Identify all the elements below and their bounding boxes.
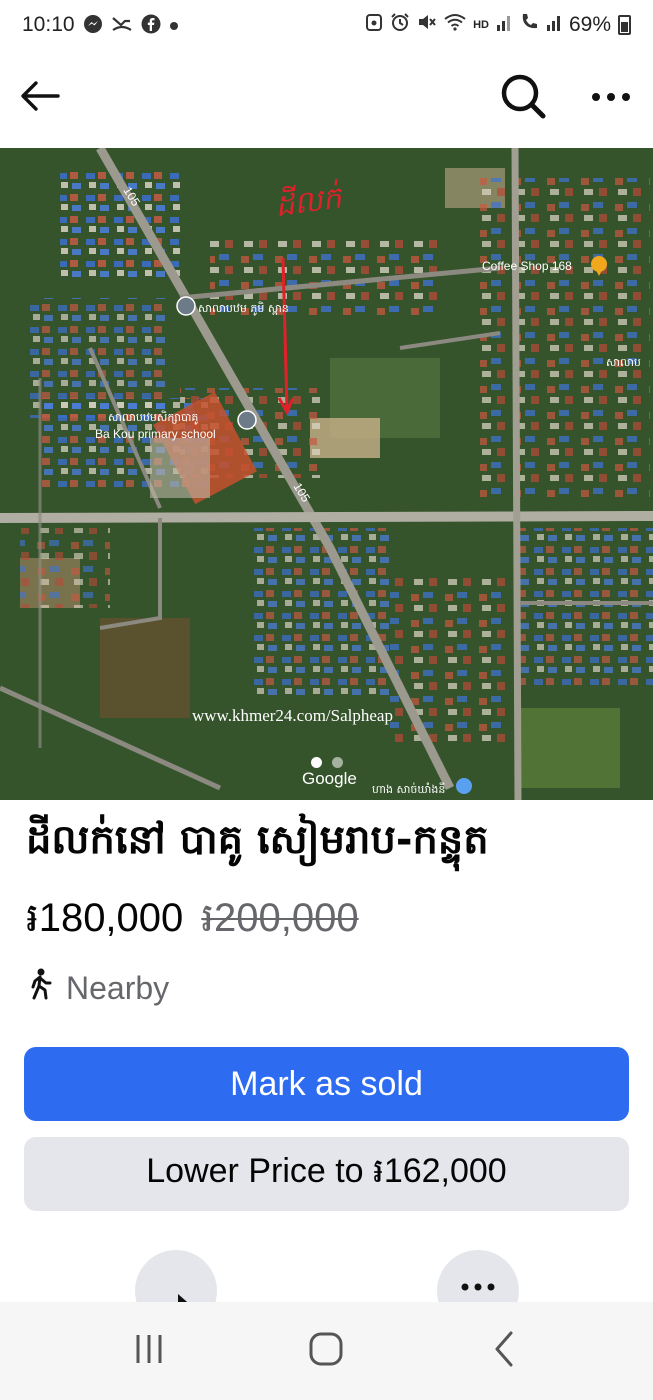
more-horizontal-icon	[461, 1278, 495, 1296]
battery-label: 69%	[568, 13, 611, 36]
satellite-map: ដីលក់ 105 105 Coffee Shop 168 សាលាបឋម ភូ…	[0, 148, 653, 800]
home-button[interactable]	[286, 1321, 366, 1381]
place-label-coffee-shop: Coffee Shop 168	[482, 259, 572, 273]
system-back-button[interactable]	[464, 1321, 544, 1381]
original-price: ៛200,000	[201, 896, 359, 940]
mute-icon	[417, 12, 437, 38]
listing-title: ដីលក់នៅ បាគូ សៀមរាប-កន្ទុត	[26, 817, 489, 863]
place-label-school-en: Ba Kou primary school	[95, 427, 216, 441]
walking-person-icon	[26, 968, 54, 1008]
dot-icon	[169, 16, 179, 34]
current-price: ៛180,000	[26, 896, 184, 940]
app-bar	[0, 50, 653, 146]
wifi-icon	[444, 13, 466, 37]
search-button[interactable]	[495, 70, 551, 126]
more-horizontal-icon	[591, 89, 631, 107]
place-label-shop: ហាង សាច់ឃាំងនី	[372, 782, 445, 796]
signal-2-icon	[546, 13, 562, 37]
messenger-icon	[83, 14, 103, 37]
place-label-edge: សាលាប	[606, 356, 641, 369]
place-label-school-1: សាលាបឋម ភូមិ ស្ពាន	[198, 301, 289, 316]
lower-price-button[interactable]: Lower Price to ៛162,000	[24, 1137, 629, 1211]
back-chevron-icon	[493, 1331, 515, 1372]
battery-icon	[618, 15, 631, 35]
status-time: 10:10	[22, 13, 75, 36]
recents-icon	[133, 1333, 165, 1370]
mark-as-sold-button[interactable]: Mark as sold	[24, 1047, 629, 1121]
arrow-left-icon	[18, 78, 62, 119]
price-row: ៛180,000 ៛200,000	[26, 892, 359, 951]
listing-photo[interactable]: ដីលក់ 105 105 Coffee Shop 168 សាលាបឋម ភូ…	[0, 148, 653, 800]
alarm-icon	[365, 12, 383, 38]
recents-button[interactable]	[109, 1321, 189, 1381]
carousel-indicator	[0, 757, 653, 768]
hd-icon: HD	[473, 19, 489, 31]
nearby-label: Nearby	[66, 969, 170, 1006]
carousel-dot-2[interactable]	[331, 757, 343, 768]
more-button[interactable]	[583, 70, 639, 126]
nearby-row[interactable]: Nearby	[26, 968, 169, 1008]
search-icon	[499, 72, 547, 125]
facebook-icon	[141, 14, 161, 37]
carousel-dot-1[interactable]	[310, 757, 322, 768]
call-icon	[519, 12, 539, 38]
home-icon	[309, 1332, 343, 1371]
signal-icon	[496, 13, 512, 37]
status-bar: 10:10 HD 69%	[0, 0, 653, 50]
alarm-clock-icon	[390, 12, 410, 38]
google-logo: Google	[302, 769, 357, 788]
system-nav-bar	[0, 1302, 653, 1400]
back-button[interactable]	[12, 70, 68, 126]
watermark: www.khmer24.com/Salpheap	[192, 706, 393, 725]
place-label-school-km: សាលាបឋមសិក្សាបាគូ	[108, 410, 198, 425]
missed-call-icon	[111, 14, 133, 37]
